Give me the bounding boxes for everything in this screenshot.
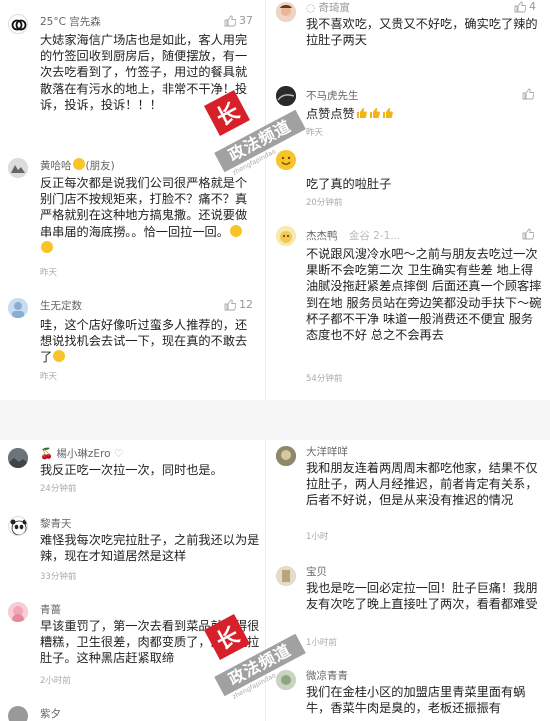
commenter-name[interactable]: 大洋咩咩	[306, 444, 348, 459]
comment-text: 我们在金桂小区的加盟店里青菜里面有蜗牛，香菜牛肉是臭的，老板还振振有	[306, 685, 526, 716]
chanel-logo-avatar[interactable]	[8, 14, 28, 34]
cherry-icon: 🍒	[40, 448, 54, 460]
comment-text: 哇，这个店好像听过蛮多人推荐的，还想说找机会去试一下，现在真的不敢去了	[40, 318, 248, 365]
commenter-name[interactable]: 宝贝	[306, 564, 327, 579]
comment-time: 2小时前	[40, 676, 71, 686]
comment-text: 我不喜欢吃，又贵又不好吃，确实吃了辣的拉肚子两天	[306, 17, 538, 48]
commenter-name[interactable]: 微凉青青	[306, 668, 348, 683]
avatar[interactable]	[276, 86, 296, 106]
sweat-emoji-icon	[53, 350, 66, 363]
comment-text: 反正每次都是说我们公司很严格就是个别门店不按规矩来，打脸不？痛不？真严格就别在这…	[40, 175, 252, 256]
comment-text: 我也是吃一回必定拉一回！肚子巨痛！我朋友有次吃了晚上直接吐了两次，看看都难受	[306, 581, 538, 612]
avatar[interactable]	[276, 446, 296, 466]
comment-time: 昨天	[306, 128, 324, 138]
smile-emoji-icon	[229, 224, 242, 237]
like-button[interactable]	[522, 228, 534, 240]
avatar[interactable]	[8, 448, 28, 468]
comment-text: 不说跟风溲冷水吧～之前与朋友去吃过一次果断不会吃第二次 卫生确实有些差 地上得油…	[306, 247, 542, 343]
commenter-name[interactable]: 杰杰鸭 金谷 2-1...	[306, 228, 400, 243]
like-count[interactable]: 37	[224, 14, 253, 27]
smile-emoji-icon	[41, 240, 53, 253]
panda-avatar[interactable]	[8, 516, 28, 536]
comment-panel-1: 25°C 宫先森 37 大娡家海信广场店也是如此，客人用完的竹签回收到厨房后，随…	[0, 0, 266, 400]
comment-panel-4: 大洋咩咩 我和朋友连着两周周末都吃他家，结果不仅拉肚子，两人月经推迟，前者肯定有…	[270, 440, 550, 721]
emoji-avatar[interactable]	[276, 150, 296, 170]
thumbs-up-emoji-icon	[382, 107, 393, 119]
thumbs-up-emoji-icon	[356, 107, 367, 119]
comment-text: 吃了真的啦肚子	[306, 177, 392, 191]
avatar[interactable]	[8, 158, 28, 178]
thumbs-up-emoji-icon	[369, 107, 380, 119]
commenter-name[interactable]: 黎青天	[40, 516, 72, 531]
commenter-name[interactable]: 紫夕	[40, 706, 61, 721]
thumb-up-icon	[514, 1, 526, 12]
avatar[interactable]	[276, 566, 296, 586]
like-count[interactable]: 4	[514, 0, 536, 13]
comment-text: 点赞点赞	[306, 106, 542, 122]
comment-time: 33分钟前	[40, 572, 77, 582]
comment-time: 昨天	[40, 268, 58, 278]
comment-text: 大娡家海信广场店也是如此，客人用完的竹签回收到厨房后，随便摆放，有一次去吃看到了…	[40, 33, 248, 112]
avatar[interactable]	[8, 298, 28, 318]
comment-panel-3: 🍒 楊小琳zEro ♡ 我反正吃一次拉一次，同时也是。 24分钟前 黎青天 难怪…	[0, 440, 266, 721]
comment-time: 24分钟前	[40, 484, 77, 494]
avatar[interactable]	[8, 602, 28, 622]
avatar[interactable]	[276, 670, 296, 690]
avatar[interactable]	[276, 226, 296, 246]
comment-time: 54分钟前	[306, 374, 343, 384]
commenter-name[interactable]: 生无定数	[40, 298, 82, 313]
comment-time: 1小时	[306, 532, 329, 542]
thumb-up-icon	[522, 88, 534, 100]
like-button[interactable]	[522, 88, 534, 100]
heart-icon: ♡	[113, 448, 124, 460]
comment-panel-2: ◌ 奇琦賔 4 我不喜欢吃，又贵又不好吃，确实吃了辣的拉肚子两天 不马虎先生 点…	[270, 0, 550, 400]
avatar[interactable]	[276, 2, 296, 22]
comment-text: 早该重罚了，第一次去看到菜品就觉得很糟糕，卫生很差，肉都变质了，回去就拉肚子。这…	[40, 619, 260, 666]
thumb-up-icon	[224, 15, 236, 26]
thumb-up-icon	[522, 228, 534, 240]
comment-text: 我反正吃一次拉一次，同时也是。	[40, 463, 223, 477]
comment-text: 我和朋友连着两周周末都吃他家，结果不仅拉肚子，两人月经推迟，前者肯定有关系，后者…	[306, 461, 538, 508]
comment-time: 昨天	[40, 372, 58, 382]
commenter-name[interactable]: 25°C 宫先森	[40, 14, 101, 29]
smile-emoji-icon	[72, 158, 85, 170]
comment-text: 难怪我每次吃完拉肚子，之前我还以为是辣，现在才知道居然是这样	[40, 533, 260, 564]
commenter-name[interactable]: 青蔷	[40, 602, 61, 617]
commenter-name[interactable]: 黄哈哈 (朋友)	[40, 158, 115, 173]
commenter-name[interactable]: 🍒 楊小琳zEro ♡	[40, 446, 123, 461]
commenter-name[interactable]: 不马虎先生	[306, 88, 359, 103]
avatar[interactable]	[8, 706, 28, 721]
thumb-up-icon	[224, 299, 236, 310]
commenter-name-cropped: ◌ 奇琦賔	[306, 2, 350, 14]
section-divider	[0, 400, 550, 440]
like-count[interactable]: 12	[224, 298, 253, 311]
comment-time: 1小时前	[306, 638, 337, 648]
comment-time: 20分钟前	[306, 198, 343, 208]
